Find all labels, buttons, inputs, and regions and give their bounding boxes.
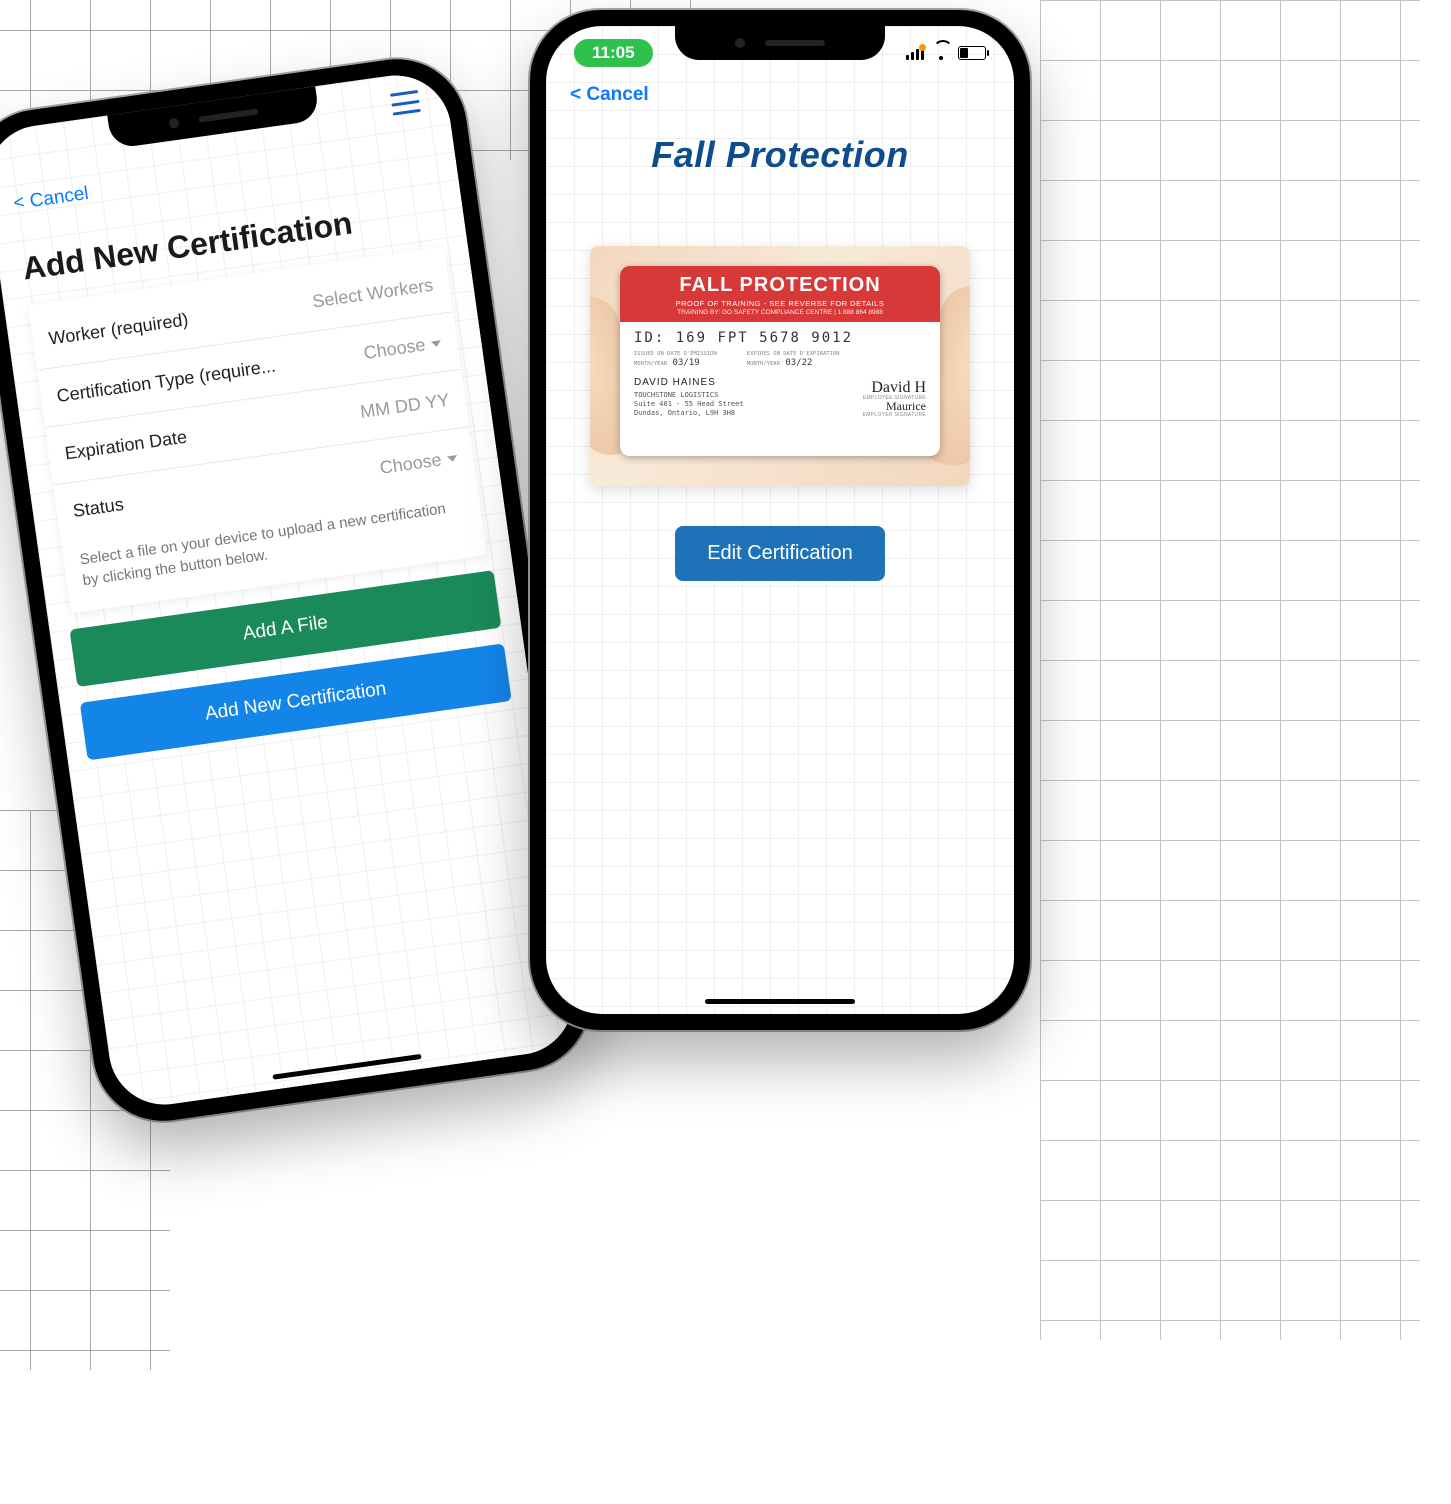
id-card: FALL PROTECTION PROOF OF TRAINING - SEE … bbox=[620, 266, 940, 456]
card-id-label: ID: bbox=[634, 330, 665, 346]
certification-photo: FALL PROTECTION PROOF OF TRAINING - SEE … bbox=[590, 246, 970, 486]
cardholder-addr1: Suite 401 - 55 Head Street bbox=[634, 400, 744, 409]
card-trainer-line: TRAINING BY: GO SAFETY COMPLIANCE CENTRE… bbox=[624, 309, 936, 316]
edit-certification-button[interactable]: Edit Certification bbox=[675, 526, 885, 581]
worker-value: Select Workers bbox=[311, 275, 434, 313]
expires-value: MONTH/YEAR 03/22 bbox=[747, 358, 840, 368]
status-value: Choose bbox=[379, 447, 459, 479]
card-subheading: PROOF OF TRAINING - SEE REVERSE FOR DETA… bbox=[624, 299, 936, 308]
card-id-value: 169 FPT 5678 9012 bbox=[676, 330, 853, 346]
cancel-link[interactable]: < Cancel bbox=[570, 84, 649, 106]
cardholder-company: TOUCHSTONE LOGISTICS bbox=[634, 391, 744, 400]
card-heading: FALL PROTECTION bbox=[624, 274, 936, 297]
chevron-down-icon bbox=[447, 455, 458, 462]
status-time: 11:05 bbox=[574, 39, 653, 67]
page-title: Fall Protection bbox=[570, 134, 990, 176]
battery-icon bbox=[958, 46, 986, 60]
employer-signature: Maurice bbox=[863, 401, 926, 412]
cert-type-value: Choose bbox=[362, 332, 442, 364]
menu-icon[interactable] bbox=[390, 90, 421, 116]
chevron-down-icon bbox=[431, 340, 442, 347]
issued-value: MONTH/YEAR 03/19 bbox=[634, 358, 717, 368]
worker-label: Worker (required) bbox=[47, 309, 189, 349]
phone-mockup-view-certification: 11:05 < Cancel Fall Protection FALL PROT… bbox=[530, 10, 1030, 1030]
cancel-link[interactable]: < Cancel bbox=[12, 183, 90, 215]
home-indicator bbox=[705, 999, 855, 1004]
expiration-value: MM DD YY bbox=[359, 390, 451, 423]
cardholder-name: DAVID HAINES bbox=[634, 376, 744, 389]
cardholder-addr2: Dundas, Ontario, L9H 3H8 bbox=[634, 409, 744, 418]
employer-signature-label: EMPLOYER SIGNATURE bbox=[863, 412, 926, 418]
wifi-icon bbox=[932, 46, 950, 60]
decorative-grid bbox=[1040, 0, 1420, 1340]
phone-mockup-add-certification: < Cancel Add New Certification Worker (r… bbox=[0, 50, 599, 1130]
device-notch bbox=[675, 26, 885, 60]
recording-indicator-icon bbox=[919, 44, 926, 51]
status-label: Status bbox=[72, 494, 125, 522]
expiration-label: Expiration Date bbox=[64, 427, 189, 465]
employee-signature: David H bbox=[863, 381, 926, 395]
form-card: Worker (required) Select Workers Certifi… bbox=[28, 247, 487, 613]
